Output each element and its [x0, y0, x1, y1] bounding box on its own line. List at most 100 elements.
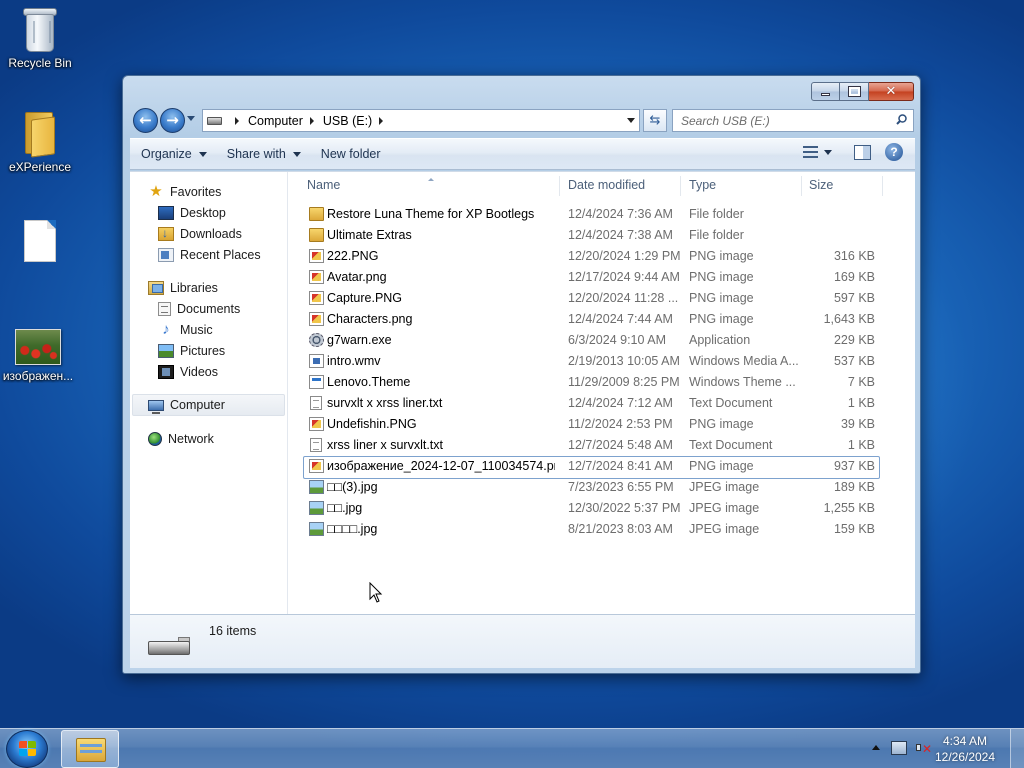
- file-row[interactable]: изображение_2024-12-07_110034574.png 12/7…: [289, 456, 915, 479]
- search-input[interactable]: [681, 114, 881, 128]
- clock-time: 4:34 AM: [942, 734, 988, 748]
- nav-item-computer[interactable]: Computer: [132, 394, 285, 416]
- file-size: 39 KB: [840, 417, 875, 431]
- file-row[interactable]: Ultimate Extras 12/4/2024 7:38 AM File fol…: [289, 225, 915, 246]
- nav-item-recent-places[interactable]: Recent Places: [130, 244, 287, 265]
- desktop-icon-label: изображен...: [2, 369, 74, 383]
- nav-item-documents[interactable]: Documents: [130, 298, 287, 319]
- breadcrumb-computer[interactable]: Computer: [248, 114, 303, 128]
- volume-muted-icon[interactable]: ✕: [916, 740, 932, 756]
- file-type: File folder: [689, 228, 744, 242]
- file-row[interactable]: intro.wmv 2/19/2013 10:05 AM Windows Media…: [289, 351, 915, 372]
- minimize-button[interactable]: [811, 82, 840, 101]
- file-row[interactable]: Characters.png 12/4/2024 7:44 AM PNG image…: [289, 309, 915, 330]
- navigation-bar: ← → Computer USB (E:) ⇆: [130, 107, 915, 135]
- new-folder-button[interactable]: New folder: [312, 142, 390, 166]
- file-row[interactable]: Undefishin.PNG 11/2/2024 2:53 PM PNG image…: [289, 414, 915, 435]
- file-row[interactable]: □□□□.jpg 8/21/2023 8:03 AM JPEG image 159 K…: [289, 519, 915, 540]
- forward-button[interactable]: →: [160, 108, 185, 133]
- file-date: 11/2/2024 2:53 PM: [568, 417, 673, 431]
- nav-label: Music: [180, 322, 213, 337]
- column-header-size[interactable]: Size: [809, 178, 833, 192]
- address-bar[interactable]: Computer USB (E:): [202, 109, 640, 132]
- file-row[interactable]: 222.PNG 12/20/2024 1:29 PM PNG image 316 KB: [289, 246, 915, 267]
- search-icon[interactable]: [896, 114, 907, 125]
- file-date: 6/3/2024 9:10 AM: [568, 333, 666, 347]
- view-controls: ?: [803, 143, 915, 161]
- file-type: PNG image: [689, 291, 754, 305]
- network-icon: [148, 431, 162, 446]
- file-row[interactable]: survxlt x xrss liner.txt 12/4/2024 7:12 A…: [289, 393, 915, 414]
- explorer-window[interactable]: ✕ ← → Computer USB (E:) ⇆ Organize Share…: [122, 75, 921, 674]
- mouse-cursor-icon: [369, 582, 383, 603]
- help-icon[interactable]: ?: [885, 143, 903, 161]
- organize-button[interactable]: Organize: [132, 142, 216, 166]
- file-row[interactable]: g7warn.exe 6/3/2024 9:10 AM Application 229…: [289, 330, 915, 351]
- nav-item-pictures[interactable]: Pictures: [130, 340, 287, 361]
- nav-item-videos[interactable]: Videos: [130, 361, 287, 382]
- windows-logo-icon: [19, 741, 37, 758]
- column-header-date-modified[interactable]: Date modified: [568, 178, 645, 192]
- breadcrumb-usb[interactable]: USB (E:): [323, 114, 372, 128]
- network-status-icon[interactable]: [891, 741, 907, 755]
- file-type: File folder: [689, 207, 744, 221]
- file-type: PNG image: [689, 417, 754, 431]
- nav-item-favorites[interactable]: ★ Favorites: [130, 181, 287, 202]
- column-header-type[interactable]: Type: [689, 178, 716, 192]
- show-hidden-icons-icon[interactable]: [872, 745, 880, 750]
- address-dropdown-button[interactable]: [627, 118, 635, 123]
- desktop-icon-recycle-bin[interactable]: Recycle Bin: [0, 8, 80, 70]
- file-row[interactable]: Avatar.png 12/17/2024 9:44 AM PNG image 169…: [289, 267, 915, 288]
- desktop-icon-blank-file[interactable]: [0, 220, 80, 266]
- file-row[interactable]: □□(3).jpg 7/23/2023 6:55 PM JPEG image 189 …: [289, 477, 915, 498]
- file-row[interactable]: xrss liner x survxlt.txt 12/7/2024 5:48 A…: [289, 435, 915, 456]
- nav-item-music[interactable]: ♪ Music: [130, 319, 287, 340]
- chevron-down-icon: [292, 152, 301, 157]
- chevron-right-icon[interactable]: [309, 116, 314, 125]
- maximize-icon: [847, 86, 861, 97]
- close-button[interactable]: ✕: [869, 82, 914, 101]
- clock[interactable]: 4:34 AM 12/26/2024: [934, 733, 996, 765]
- desktop-icon-image[interactable]: изображен...: [0, 329, 78, 383]
- file-name: изображение_2024-12-07_110034574.png: [327, 459, 555, 473]
- preview-pane-icon[interactable]: [854, 144, 871, 160]
- file-row[interactable]: □□.jpg 12/30/2022 5:37 PM JPEG image 1,255 …: [289, 498, 915, 519]
- show-desktop-button[interactable]: [1010, 729, 1024, 768]
- file-row[interactable]: Capture.PNG 12/20/2024 11:28 ... PNG image…: [289, 288, 915, 309]
- refresh-button[interactable]: ⇆: [643, 109, 667, 132]
- share-with-button[interactable]: Share with: [218, 142, 310, 166]
- file-size: 189 KB: [833, 480, 875, 494]
- chevron-right-icon[interactable]: [379, 116, 384, 125]
- start-button[interactable]: [6, 730, 48, 768]
- file-row[interactable]: Restore Luna Theme for XP Bootlegs 12/4/2…: [289, 204, 915, 225]
- column-divider[interactable]: [680, 176, 681, 196]
- taskbar-explorer-button[interactable]: [61, 730, 119, 768]
- nav-item-libraries[interactable]: Libraries: [130, 277, 287, 298]
- file-row[interactable]: Lenovo.Theme 11/29/2009 8:25 PM Windows Th…: [289, 372, 915, 393]
- back-button[interactable]: ←: [133, 108, 158, 133]
- nav-label: Libraries: [170, 280, 218, 295]
- chevron-right-icon[interactable]: [235, 116, 239, 125]
- column-divider[interactable]: [882, 176, 883, 196]
- recent-pages-dropdown[interactable]: [187, 116, 195, 121]
- file-type: JPEG image: [689, 522, 760, 536]
- column-divider[interactable]: [559, 176, 560, 196]
- nav-item-desktop[interactable]: Desktop: [130, 202, 287, 223]
- file-date: 12/17/2024 9:44 AM: [568, 270, 680, 284]
- file-list[interactable]: Name Date modified Type Size Restore Lun…: [289, 172, 915, 614]
- file-size: 1,643 KB: [823, 312, 875, 326]
- nav-item-downloads[interactable]: Downloads: [130, 223, 287, 244]
- nav-label: Computer: [170, 398, 225, 412]
- search-box[interactable]: [672, 109, 914, 132]
- minimize-icon: [821, 92, 830, 96]
- details-pane: 16 items: [130, 614, 915, 668]
- column-divider[interactable]: [801, 176, 802, 196]
- column-header-name[interactable]: Name: [307, 178, 340, 192]
- chevron-down-icon[interactable]: [824, 149, 832, 155]
- desktop-icon-experience[interactable]: eXPerience: [0, 110, 80, 174]
- file-type: Application: [689, 333, 751, 347]
- maximize-button[interactable]: [840, 82, 869, 101]
- file-name: intro.wmv: [327, 354, 381, 368]
- view-details-icon[interactable]: [803, 146, 818, 158]
- nav-item-network[interactable]: Network: [130, 428, 287, 449]
